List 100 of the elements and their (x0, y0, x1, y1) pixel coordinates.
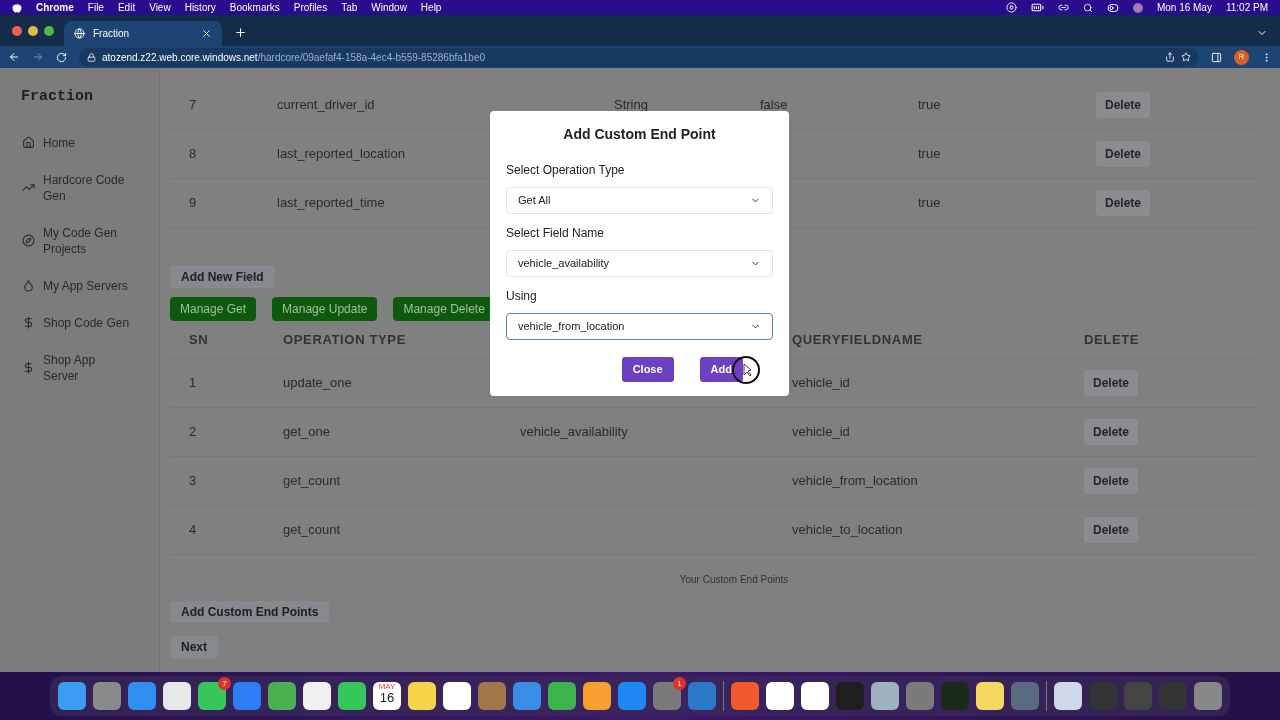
menu-item[interactable]: Bookmarks (229, 0, 280, 15)
app-icon[interactable] (408, 682, 436, 710)
browser-tab[interactable]: Fraction (64, 21, 222, 46)
brand-title: Fraction (21, 87, 94, 107)
table-cell-text: last_reported_location (277, 145, 405, 164)
trend-icon (22, 181, 35, 194)
manage-button[interactable]: Manage Update (272, 297, 378, 321)
dialog-button[interactable]: Close (621, 357, 674, 382)
sidebar-item[interactable]: My Code Gen Projects (21, 224, 159, 257)
column-header: OPERATION TYPE (283, 330, 407, 349)
table-cell-text: 4 (189, 521, 197, 540)
add-endpoints-button[interactable]: Add Custom End Points (170, 601, 330, 623)
app-icon[interactable] (583, 682, 611, 710)
notification-badge: 1 (673, 677, 686, 690)
table-cell-text: true (918, 96, 941, 115)
delete-button[interactable]: Delete (1096, 92, 1151, 118)
field-label: Using (506, 288, 538, 305)
menu-item[interactable]: Help (420, 0, 442, 15)
toggle-icon[interactable] (1106, 1, 1119, 14)
select-field[interactable]: vehicle_from_location (506, 313, 773, 340)
column-header: DELETE (1084, 330, 1141, 349)
app-icon[interactable] (303, 682, 331, 710)
side-panel-icon[interactable] (1211, 51, 1222, 63)
delete-button[interactable]: Delete (1084, 370, 1139, 396)
field-label: Select Operation Type (506, 162, 626, 179)
table-cell-text: 2 (189, 423, 197, 442)
table-cell-text: false (760, 96, 788, 115)
link-icon[interactable] (1057, 2, 1069, 13)
menu-item[interactable]: Tab (341, 0, 358, 15)
notification-badge: 7 (218, 677, 231, 690)
dialog-button[interactable]: Add (699, 357, 743, 382)
apple-icon[interactable] (12, 2, 22, 13)
app-icon[interactable] (338, 682, 366, 710)
manage-button[interactable]: Manage Get (170, 297, 257, 321)
table-cell-text: get_count (283, 521, 341, 540)
delete-button[interactable]: Delete (1084, 517, 1139, 543)
sidebar-item[interactable]: Home (21, 134, 159, 151)
drop-icon (22, 279, 35, 292)
delete-button[interactable]: Delete (1096, 141, 1151, 167)
search-icon[interactable] (1082, 2, 1093, 13)
select-field[interactable]: vehicle_availability (506, 250, 773, 277)
menu-item[interactable]: Window (371, 0, 407, 15)
add-field-button[interactable]: Add New Field (170, 265, 275, 288)
lock-icon (87, 52, 96, 62)
menu-item[interactable]: Edit (117, 0, 136, 15)
menu-item[interactable]: Chrome (36, 0, 74, 15)
app-icon[interactable] (163, 682, 191, 710)
menu-date: Mon 16 May (1156, 1, 1212, 15)
table-cell-text: vehicle_availability (520, 423, 628, 442)
menu-item[interactable]: File (87, 0, 104, 15)
app-icon[interactable] (871, 682, 899, 710)
menu-item[interactable]: History (184, 0, 216, 15)
app-icon[interactable] (801, 682, 829, 710)
profile-avatar[interactable]: R (1234, 49, 1249, 65)
sidebar-item[interactable]: Shop App Server (21, 351, 159, 384)
table-cell-text: update_one (283, 374, 352, 393)
table-cell-text: true (918, 194, 941, 213)
app-icon[interactable] (1054, 682, 1082, 710)
share-icon[interactable] (1165, 52, 1175, 62)
table-cell-text: current_driver_id (277, 96, 375, 115)
reload-icon[interactable] (56, 51, 67, 63)
calendar-month: MAY (378, 683, 396, 691)
next-button[interactable]: Next (170, 636, 218, 658)
home-icon (22, 136, 35, 149)
sidebar-item[interactable]: Hardcore Code Gen (21, 171, 159, 204)
battery-icon[interactable] (1030, 1, 1044, 14)
app-icon[interactable] (766, 682, 794, 710)
new-tab-icon[interactable] (234, 26, 247, 39)
table-cell-text: vehicle_id (792, 423, 850, 442)
table-cell-text: 9 (189, 194, 197, 213)
app-icon[interactable] (443, 682, 471, 710)
dollar-icon (22, 316, 35, 329)
delete-button[interactable]: Delete (1084, 419, 1139, 445)
dialog-title: Add Custom End Point (562, 125, 717, 144)
minimize-window-icon[interactable] (28, 25, 38, 36)
delete-button[interactable]: Delete (1084, 468, 1139, 494)
calendar-icon[interactable]: MAY 16 (373, 682, 401, 710)
table-cell-text: 1 (189, 374, 197, 393)
table-cell-text: get_one (283, 423, 330, 442)
record-icon[interactable] (1005, 2, 1017, 13)
sidebar-item[interactable]: Shop Code Gen (21, 314, 159, 331)
menu-item[interactable]: Profiles (293, 0, 328, 15)
table-cell-text: String (614, 96, 648, 115)
table-cell-text: 3 (189, 472, 197, 491)
delete-button[interactable]: Delete (1096, 190, 1151, 216)
maximize-window-icon[interactable] (44, 25, 54, 36)
select-field[interactable]: Get All (506, 187, 773, 214)
table-cell-text: vehicle_id (792, 374, 850, 393)
sidebar-item[interactable]: My App Servers (21, 277, 159, 294)
table-cell-text: 7 (189, 96, 197, 115)
menu-item[interactable]: View (149, 0, 171, 15)
globe-icon (74, 28, 85, 39)
close-window-icon[interactable] (12, 25, 22, 36)
close-icon[interactable] (201, 28, 212, 39)
app-icon[interactable] (976, 682, 1004, 710)
table-cell-text: true (918, 145, 941, 164)
bookmark-star-icon[interactable] (1181, 52, 1191, 62)
table-cell-text: last_reported_time (277, 194, 385, 213)
address-bar[interactable]: atozend.z22.web.core.windows.net/hardcore/09aefaf4-158a-4ec4-b559-85286bfa1be0 (79, 47, 1199, 67)
back-icon[interactable] (8, 51, 20, 63)
